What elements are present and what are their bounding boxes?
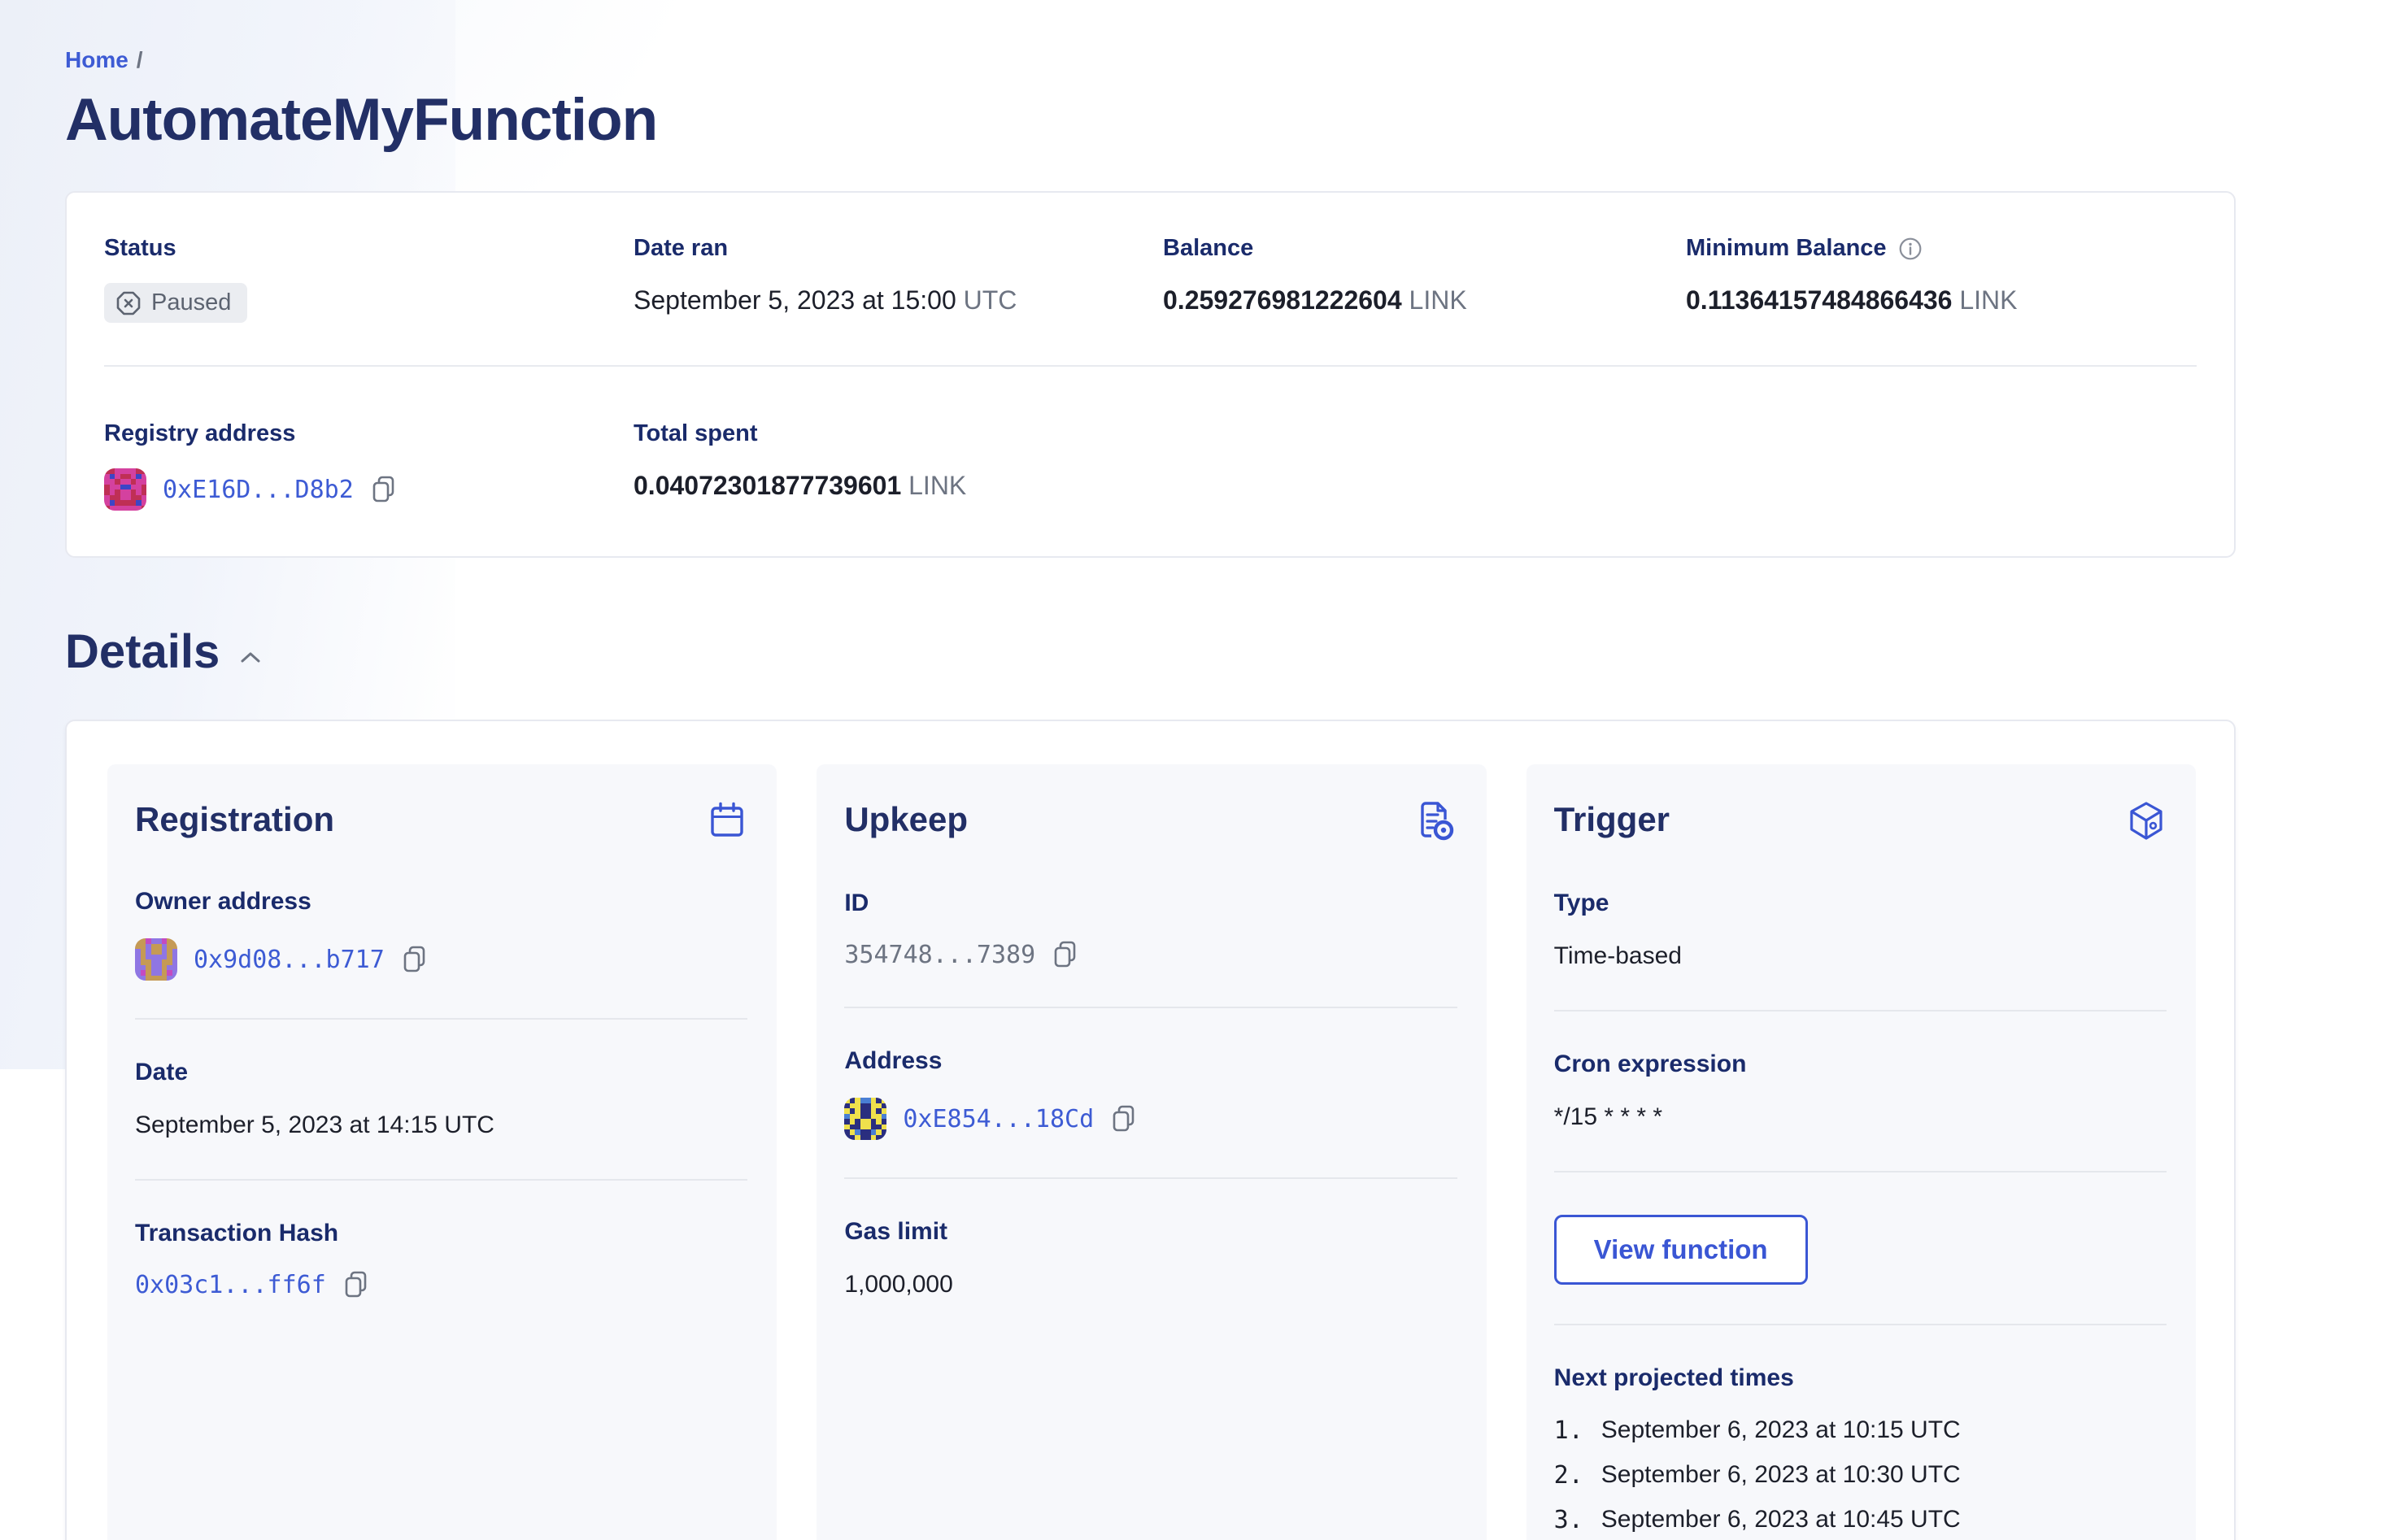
transaction-hash-label: Transaction Hash <box>135 1220 339 1246</box>
page-title: AutomateMyFunction <box>65 87 658 153</box>
trigger-title: Trigger <box>1553 800 1670 838</box>
status-badge: Paused <box>104 283 248 323</box>
divider <box>135 1018 748 1020</box>
total-spent-value: 0.04072301877739601 LINK <box>634 471 967 500</box>
copy-icon <box>372 476 394 502</box>
divider <box>1553 1171 2167 1172</box>
owner-copy-button[interactable] <box>401 945 429 974</box>
status-label: Status <box>104 235 176 261</box>
details-section-header: Details <box>65 624 2236 679</box>
upkeep-address-link[interactable]: 0xE854...18Cd <box>903 1105 1094 1133</box>
summary-card: Status Paused Date ran September 5, 2023… <box>65 191 2236 558</box>
owner-identicon <box>135 938 177 981</box>
calendar-icon <box>707 800 747 841</box>
summary-top-row: Status Paused Date ran September 5, 2023… <box>104 235 2197 323</box>
projected-time-item: 3. September 6, 2023 at 10:45 UTC <box>1553 1506 1961 1534</box>
total-spent-unit: LINK <box>908 471 967 500</box>
divider <box>1553 1010 2167 1011</box>
cron-expression-value: */15 * * * * <box>1553 1103 1663 1130</box>
upkeep-address-identicon <box>844 1098 887 1140</box>
registry-label: Registry address <box>104 420 296 446</box>
registry-copy-button[interactable] <box>370 475 398 504</box>
divider <box>844 1007 1457 1008</box>
details-collapse-toggle[interactable] <box>239 650 262 665</box>
trigger-type-value: Time-based <box>1553 942 1682 969</box>
view-function-button[interactable]: View function <box>1553 1215 1808 1285</box>
octagon-x-icon <box>115 290 142 316</box>
next-projected-times-label: Next projected times <box>1553 1364 1794 1391</box>
registry-identicon <box>104 468 146 511</box>
balance-value: 0.259276981222604 LINK <box>1163 285 1467 315</box>
gas-limit-label: Gas limit <box>844 1218 948 1245</box>
summary-bottom-row: Registry address 0xE16D...D8b2 Total spe… <box>104 420 2197 511</box>
next-projected-times-list: 1. September 6, 2023 at 10:15 UTC 2. Septem… <box>1554 1416 2167 1540</box>
balance-label: Balance <box>1163 235 1254 261</box>
date-ran-unit: UTC <box>963 285 1017 315</box>
copy-icon <box>1054 941 1076 968</box>
total-spent-label: Total spent <box>634 420 758 446</box>
tx-copy-button[interactable] <box>342 1270 370 1299</box>
transaction-hash-link[interactable]: 0x03c1...ff6f <box>135 1271 326 1299</box>
cron-expression-label: Cron expression <box>1553 1051 1747 1077</box>
trigger-type-label: Type <box>1553 890 1609 916</box>
upkeep-card: Upkeep ID 354748...7389 Address 0xE854..… <box>817 764 1487 1540</box>
cube-icon <box>2126 800 2167 842</box>
status-badge-text: Paused <box>151 289 232 315</box>
registration-date-label: Date <box>135 1059 189 1085</box>
trigger-card: Trigger Type Time-based Cron expression … <box>1526 764 2196 1540</box>
registration-date-value: September 5, 2023 at 14:15 UTC <box>135 1111 494 1138</box>
chevron-up-icon <box>241 652 260 662</box>
summary-divider <box>104 365 2197 367</box>
upkeep-address-copy-button[interactable] <box>1110 1104 1138 1133</box>
upkeep-id-value: 354748...7389 <box>844 940 1036 969</box>
id-copy-button[interactable] <box>1052 940 1079 969</box>
document-gear-icon <box>1415 800 1457 842</box>
balance-field: Balance 0.259276981222604 LINK <box>1163 235 1686 323</box>
date-ran-field: Date ran September 5, 2023 at 15:00 UTC <box>634 235 1163 323</box>
upkeep-title: Upkeep <box>844 800 969 838</box>
balance-unit: LINK <box>1409 285 1467 315</box>
breadcrumb-home-link[interactable]: Home <box>65 47 128 72</box>
min-balance-unit: LINK <box>1959 285 2018 315</box>
breadcrumb: Home / <box>65 47 2236 73</box>
upkeep-id-label: ID <box>844 890 869 916</box>
owner-address-label: Owner address <box>135 888 311 915</box>
breadcrumb-separator: / <box>136 47 143 72</box>
owner-address-link[interactable]: 0x9d08...b717 <box>194 946 385 974</box>
registry-address-link[interactable]: 0xE16D...D8b2 <box>163 476 354 504</box>
copy-icon <box>403 946 425 972</box>
min-balance-field: Minimum Balance 0.11364157484866436 LINK <box>1686 235 2197 323</box>
info-icon[interactable] <box>1898 237 1923 261</box>
min-balance-label: Minimum Balance <box>1686 235 2197 262</box>
date-ran-label: Date ran <box>634 235 729 261</box>
registration-card: Registration Owner address 0x9d08...b717 <box>107 764 777 1540</box>
details-container: Registration Owner address 0x9d08...b717 <box>65 720 2236 1540</box>
page: Home / AutomateMyFunction Status Paused <box>0 0 2391 1540</box>
gas-limit-value: 1,000,000 <box>844 1271 953 1298</box>
registration-title: Registration <box>135 800 335 838</box>
date-ran-value: September 5, 2023 at 15:00 UTC <box>634 285 1017 315</box>
upkeep-address-label: Address <box>844 1047 943 1074</box>
min-balance-value: 0.11364157484866436 LINK <box>1686 285 2018 315</box>
projected-time-item: 1. September 6, 2023 at 10:15 UTC <box>1553 1416 1961 1445</box>
copy-icon <box>345 1271 367 1298</box>
divider <box>1553 1324 2167 1325</box>
total-spent-field: Total spent 0.04072301877739601 LINK <box>634 420 1163 511</box>
projected-time-item: 2. September 6, 2023 at 10:30 UTC <box>1553 1461 1961 1490</box>
registry-field: Registry address 0xE16D...D8b2 <box>104 420 634 511</box>
details-heading: Details <box>65 625 220 678</box>
status-field: Status Paused <box>104 235 634 323</box>
divider <box>844 1177 1457 1179</box>
divider <box>135 1179 748 1181</box>
copy-icon <box>1113 1105 1135 1132</box>
